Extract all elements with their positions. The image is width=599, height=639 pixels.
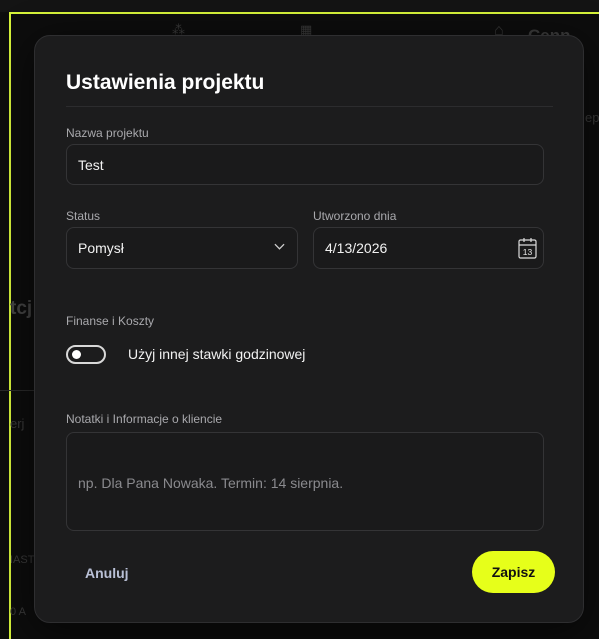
status-value: Pomysł [78,240,124,256]
calendar-icon[interactable]: 13 [518,237,537,259]
status-label: Status [66,209,101,223]
project-settings-modal: Ustawienia projektu Nazwa projektu Test … [34,35,584,623]
project-name-input[interactable]: Test [66,144,544,185]
background-text: IAST [10,554,35,566]
created-date-input[interactable]: 4/13/2026 13 [313,227,544,269]
chevron-down-icon [274,243,285,250]
project-name-value: Test [78,156,104,173]
notes-label: Notatki i Informacje o kliencie [66,412,223,426]
background-text: 0 A [10,606,26,618]
custom-rate-toggle[interactable] [66,345,106,364]
created-date-value: 4/13/2026 [325,240,388,256]
title-divider [66,106,553,107]
status-select[interactable]: Pomysł [66,227,298,269]
background-text: erj [10,416,25,431]
notes-placeholder: np. Dla Pana Nowaka. Termin: 14 sierpnia… [78,475,344,491]
created-date-label: Utworzono dnia [313,209,397,223]
notes-textarea[interactable]: np. Dla Pana Nowaka. Termin: 14 sierpnia… [66,432,544,531]
save-button-label: Zapisz [491,564,536,580]
background-text: ep [585,110,599,125]
calendar-day: 13 [523,247,533,257]
project-name-label: Nazwa projektu [66,126,149,140]
background-top-strip [0,0,599,12]
toggle-knob [72,350,81,359]
background-divider [0,390,36,391]
cancel-button[interactable]: Anuluj [85,565,129,581]
custom-rate-toggle-label: Użyj innej stawki godzinowej [128,346,306,362]
save-button[interactable]: Zapisz [472,551,555,593]
modal-title: Ustawienia projektu [66,71,265,94]
finance-section-label: Finanse i Koszty [66,314,155,328]
background-text: tcj [10,298,33,319]
